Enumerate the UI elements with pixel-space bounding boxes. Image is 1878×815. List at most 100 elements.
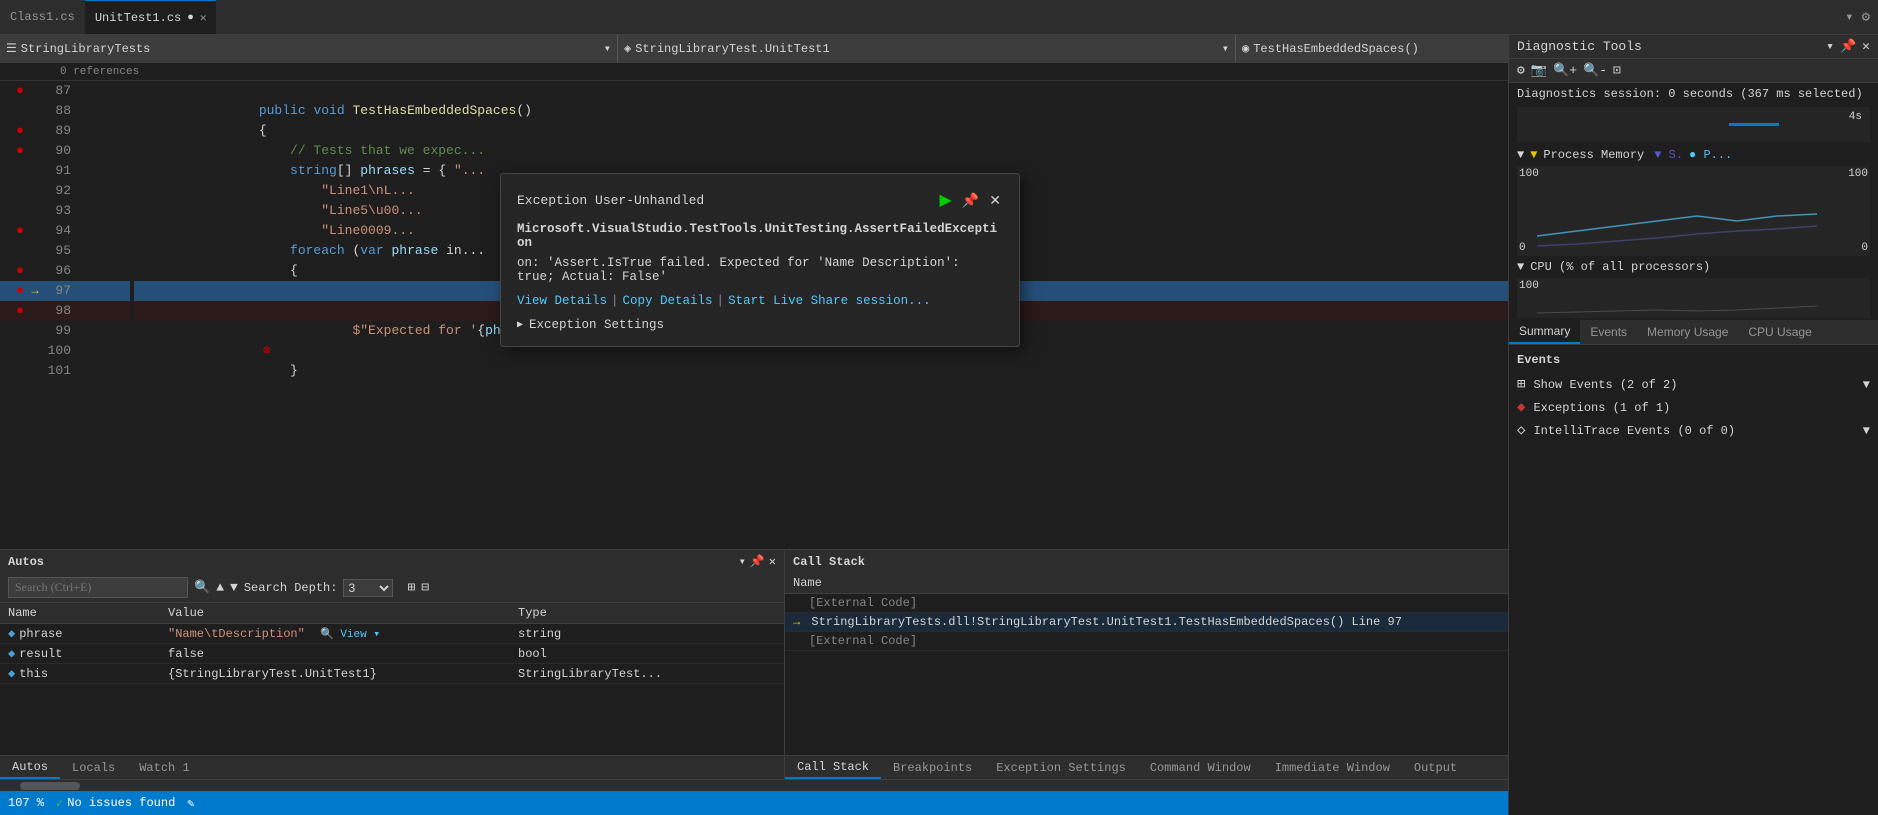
diag-tab-summary[interactable]: Summary — [1509, 320, 1580, 344]
tab-modified-icon: ● — [187, 12, 194, 24]
row-value-phrase: "Name\tDescription" 🔍 View ▾ — [160, 624, 510, 644]
process-memory-header: ▼ ▼ Process Memory ▼ S. ● P... — [1509, 144, 1878, 164]
autos-toolbar: 🔍 ▲ ▼ Search Depth: 3 ⊞ ⊟ — [0, 573, 784, 603]
row-type-result: bool — [510, 644, 784, 664]
cpu-arrow: ▼ — [1517, 260, 1524, 274]
tab-breakpoints[interactable]: Breakpoints — [881, 756, 984, 779]
row-type-phrase: string — [510, 624, 784, 644]
event-intellitrace-label: IntelliTrace Events (0 of 0) — [1533, 424, 1735, 438]
status-text: No issues found — [67, 796, 175, 810]
autos-table: Name Value Type ◆phrase " — [0, 603, 784, 755]
autos-title: Autos — [8, 555, 44, 569]
diag-close-icon[interactable]: ✕ — [1862, 39, 1870, 54]
line-num-94: 94 — [42, 221, 77, 241]
memory-chart: 100 0 100 0 — [1517, 166, 1870, 256]
tab-settings-icon[interactable]: ⚙ — [1860, 7, 1872, 28]
events-section: Events ⊞ Show Events (2 of 2) ▼ ◆ Except… — [1509, 345, 1878, 815]
line-num-93: 93 — [42, 201, 77, 221]
row-name-result: ◆result — [0, 644, 160, 664]
exception-close-button[interactable]: ✕ — [987, 190, 1003, 211]
autos-panel: Autos ▾ 📌 ✕ 🔍 ▲ ▼ Searc — [0, 550, 785, 779]
project-selector[interactable]: ☰ StringLibraryTests ▾ — [0, 35, 618, 62]
line-num-89: 89 — [42, 121, 77, 141]
view-button[interactable]: 🔍 View ▾ — [320, 629, 380, 641]
diag-tab-cpu[interactable]: CPU Usage — [1738, 320, 1821, 344]
tab-close-button[interactable]: ✕ — [200, 11, 207, 25]
project-name: StringLibraryTests — [21, 42, 151, 56]
depth-label: Search Depth: — [244, 581, 338, 595]
line-num-95: 95 — [42, 241, 77, 261]
diag-tab-events[interactable]: Events — [1580, 320, 1637, 344]
diag-pin-icon[interactable]: 📌 — [1840, 39, 1856, 54]
tab-class1[interactable]: Class1.cs — [0, 0, 85, 34]
live-share-link[interactable]: Start Live Share session... — [728, 294, 931, 308]
down-arrow-icon[interactable]: ▼ — [230, 580, 238, 595]
diag-settings-icon[interactable]: ⚙ — [1517, 63, 1525, 78]
chart-y-min-right: 0 — [1861, 242, 1868, 254]
expand-icon[interactable]: ⊞ — [407, 580, 415, 595]
event-intellitrace[interactable]: ◇ IntelliTrace Events (0 of 0) ▼ — [1517, 419, 1870, 442]
tab-autos[interactable]: Autos — [0, 756, 60, 779]
event-show-events[interactable]: ⊞ Show Events (2 of 2) ▼ — [1517, 373, 1870, 396]
line-num-92: 92 — [42, 181, 77, 201]
status-zoom[interactable]: 107 % — [8, 796, 44, 810]
exception-links: View Details | Copy Details | Start Live… — [517, 294, 1003, 308]
tab-actions: ▾ ⚙ — [1843, 7, 1878, 28]
col-type: Type — [510, 603, 784, 624]
line-num-96: 96 — [42, 261, 77, 281]
tab-immediate-window[interactable]: Immediate Window — [1263, 756, 1402, 779]
collapse-icon[interactable]: ⊟ — [421, 580, 429, 595]
line-num-91: 91 — [42, 161, 77, 181]
events-title: Events — [1517, 353, 1870, 367]
tab-locals[interactable]: Locals — [60, 756, 127, 779]
tab-class1-label: Class1.cs — [10, 10, 75, 24]
diag-camera-icon[interactable]: 📷 — [1531, 63, 1547, 78]
view-details-link[interactable]: View Details — [517, 294, 607, 308]
autos-search-input[interactable] — [8, 577, 188, 598]
table-row[interactable]: ◆result false bool — [0, 644, 784, 664]
main-layout: ☰ StringLibraryTests ▾ ◈ StringLibraryTe… — [0, 35, 1878, 815]
depth-select[interactable]: 3 — [343, 579, 393, 597]
status-format-icon[interactable]: ✎ — [187, 796, 194, 811]
expand-intellitrace-icon[interactable]: ▼ — [1863, 424, 1870, 438]
tab-watch1[interactable]: Watch 1 — [127, 756, 201, 779]
tab-unittest1[interactable]: UnitTest1.cs ● ✕ — [85, 0, 217, 34]
autos-dropdown-icon[interactable]: ▾ — [739, 554, 746, 569]
autos-panel-header: Autos ▾ 📌 ✕ — [0, 550, 784, 573]
cpu-chart-svg — [1517, 278, 1870, 318]
expand-events-icon[interactable]: ▼ — [1863, 378, 1870, 392]
tab-output[interactable]: Output — [1402, 756, 1469, 779]
tab-command-window[interactable]: Command Window — [1138, 756, 1263, 779]
search-icon[interactable]: 🔍 — [194, 580, 210, 595]
tab-dropdown-icon[interactable]: ▾ — [1843, 7, 1855, 28]
diag-zoom-in-icon[interactable]: 🔍+ — [1553, 63, 1577, 78]
table-row[interactable]: ◆phrase "Name\tDescription" 🔍 View ▾ str… — [0, 624, 784, 644]
expand-triangle-icon: ▶ — [517, 319, 523, 331]
exception-settings-row[interactable]: ▶ Exception Settings — [517, 318, 1003, 332]
table-row[interactable]: ◆this {StringLibraryTest.UnitTest1} Stri… — [0, 664, 784, 684]
chart-y-min: 0 — [1519, 242, 1526, 254]
diag-fit-icon[interactable]: ⊡ — [1613, 63, 1621, 78]
tab-callstack[interactable]: Call Stack — [785, 756, 881, 779]
project-dropdown-icon: ▾ — [604, 41, 611, 56]
show-events-icon: ⊞ — [1517, 376, 1525, 393]
diag-tab-memory[interactable]: Memory Usage — [1637, 320, 1738, 344]
tab-exception-settings[interactable]: Exception Settings — [984, 756, 1138, 779]
copy-details-link[interactable]: Copy Details — [623, 294, 713, 308]
tab-unittest1-label: UnitTest1.cs — [95, 11, 181, 25]
diag-dropdown-icon[interactable]: ▾ — [1826, 39, 1834, 54]
event-exceptions[interactable]: ◆ Exceptions (1 of 1) — [1517, 396, 1870, 419]
exception-popup-actions: ▶ 📌 ✕ — [938, 188, 1003, 212]
exception-play-button[interactable]: ▶ — [938, 188, 954, 212]
callstack-title: Call Stack — [793, 555, 865, 569]
diag-zoom-out-icon[interactable]: 🔍- — [1583, 63, 1607, 78]
autos-close-icon[interactable]: ✕ — [769, 554, 776, 569]
exception-on-label: on: — [517, 256, 540, 270]
event-exceptions-label: Exceptions (1 of 1) — [1533, 401, 1670, 415]
timeline[interactable]: 4s — [1517, 107, 1870, 142]
line-num-87: 87 — [42, 81, 77, 101]
autos-pin-icon[interactable]: 📌 — [750, 554, 765, 569]
exception-pin-button[interactable]: 📌 — [960, 190, 981, 211]
class-selector[interactable]: ◈ StringLibraryTest.UnitTest1 ▾ — [618, 35, 1236, 62]
up-arrow-icon[interactable]: ▲ — [216, 580, 224, 595]
